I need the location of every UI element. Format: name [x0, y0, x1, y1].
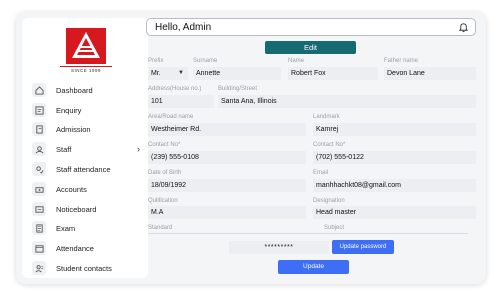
home-icon	[32, 83, 46, 97]
update-password-button[interactable]: Update password	[332, 240, 394, 254]
landmark-field[interactable]: Kamrej	[313, 123, 476, 136]
landmark-label: Landmark	[313, 114, 340, 120]
name-label: Name	[288, 58, 305, 64]
brand-logo	[66, 28, 106, 64]
surname-field[interactable]: Annette	[193, 67, 281, 80]
sidebar-item-enquiry[interactable]: Enquiry	[28, 101, 146, 119]
sidebar: SINCE 1999 Dashboard Enquiry Admission S…	[22, 18, 148, 278]
name-field[interactable]: Robert Fox	[288, 67, 378, 80]
enquiry-icon	[32, 103, 46, 117]
designation-label: Designation	[313, 198, 345, 204]
bell-icon[interactable]	[458, 22, 469, 33]
header-bar: Hello, Admin	[146, 18, 476, 36]
sidebar-item-staff[interactable]: Staff ›	[28, 140, 146, 158]
staff-attendance-icon	[32, 162, 46, 176]
subject-label: Subject	[324, 225, 345, 231]
sidebar-item-label: Admission	[56, 124, 91, 134]
noticeboard-icon	[32, 202, 46, 216]
exam-icon	[32, 221, 46, 235]
email-field[interactable]: manhhachkt08@gmail.com	[313, 179, 476, 192]
area-label: Area/Road name	[148, 114, 194, 120]
sidebar-item-dashboard[interactable]: Dashboard	[28, 81, 146, 99]
father-name-label: Father name	[384, 58, 419, 64]
student-contacts-icon	[32, 261, 46, 275]
standard-label: Standard	[148, 225, 173, 231]
prefix-value: Mr.	[151, 70, 161, 77]
contact2-field[interactable]: (702) 555-0122	[313, 151, 476, 164]
sidebar-item-label: Staff	[56, 144, 72, 154]
sidebar-item-exam[interactable]: Exam	[28, 219, 146, 237]
area-field[interactable]: Westheimer Rd.	[148, 123, 306, 136]
address-field[interactable]: 101	[148, 95, 214, 108]
attendance-icon	[32, 241, 46, 255]
surname-label: Surname	[193, 58, 218, 64]
prefix-select[interactable]: Mr. ▼	[148, 67, 188, 80]
sidebar-item-label: Enquiry	[56, 105, 82, 115]
qualification-label: Qulification	[148, 198, 178, 204]
contact1-label: Contact No*	[148, 142, 181, 148]
sidebar-item-staff-attendance[interactable]: Staff attendance	[28, 160, 146, 178]
admission-icon	[32, 122, 46, 136]
email-label: Email	[313, 170, 329, 176]
contact1-field[interactable]: (239) 555-0108	[148, 151, 306, 164]
dob-field[interactable]: 18/09/1992	[148, 179, 306, 192]
building-label: Building/Street	[218, 86, 258, 92]
sidebar-item-admission[interactable]: Admission	[28, 120, 146, 138]
contact2-label: Contact No*	[313, 142, 346, 148]
edit-button[interactable]: Edit	[265, 41, 356, 54]
building-field[interactable]: Santa Ana, Illinois	[218, 95, 476, 108]
accounts-icon	[32, 182, 46, 196]
since-label: SINCE 1999	[60, 66, 112, 73]
divider	[148, 233, 468, 234]
sidebar-item-label: Attendance	[56, 243, 94, 253]
designation-field[interactable]: Head master	[313, 206, 476, 219]
dob-label: Date of Birth	[148, 170, 182, 176]
sidebar-item-label: Exam	[56, 223, 76, 233]
sidebar-item-label: Student contacts	[56, 263, 112, 273]
staff-icon	[32, 142, 46, 156]
sidebar-item-attendance[interactable]: Attendance	[28, 239, 146, 257]
page-title: Hello, Admin	[155, 22, 212, 33]
password-field[interactable]: *********	[229, 241, 329, 254]
sidebar-item-accounts[interactable]: Accounts	[28, 180, 146, 198]
sidebar-item-label: Noticeboard	[56, 204, 97, 214]
chevron-down-icon: ▼	[178, 70, 184, 76]
prefix-label: Prefix	[148, 58, 164, 64]
address-label: Address(House no.)	[148, 86, 202, 92]
qualification-field[interactable]: M.A	[148, 206, 306, 219]
sidebar-item-label: Staff attendance	[56, 164, 111, 174]
sidebar-item-label: Dashboard	[56, 85, 93, 95]
update-button[interactable]: Update	[278, 260, 349, 274]
sidebar-item-noticeboard[interactable]: Noticeboard	[28, 200, 146, 218]
sidebar-item-student-contacts[interactable]: Student contacts	[28, 259, 146, 277]
chevron-right-icon[interactable]: ›	[137, 144, 140, 154]
sidebar-item-label: Accounts	[56, 184, 87, 194]
father-name-field[interactable]: Devon Lane	[384, 67, 476, 80]
